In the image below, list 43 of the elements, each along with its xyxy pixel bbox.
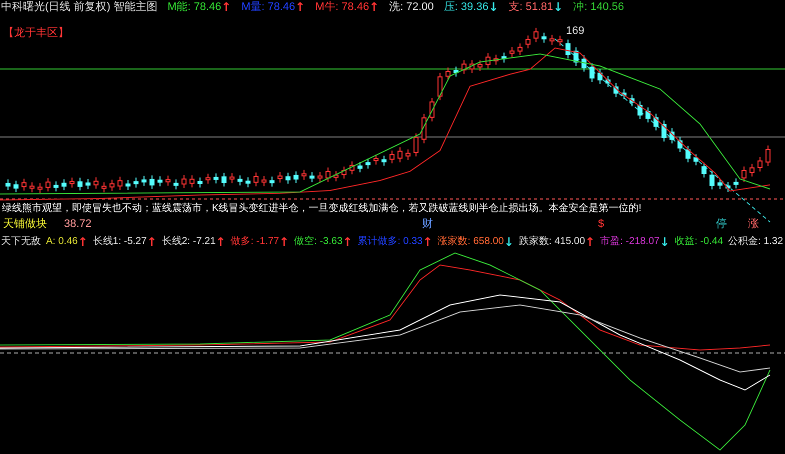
stat-value: 冲: 140.56 bbox=[573, 0, 624, 14]
stat-value: 累计做多: 0.33 bbox=[358, 234, 423, 248]
strategy-text: 绿线熊市观望，即使冒失也不动；蓝线震荡市，K线冒头变红进半仓，一旦变成红线加满仓，若又跌破蓝线则半仓止损出场。本金安全是第一位的! bbox=[2, 203, 642, 215]
trend-arrow: ↑ bbox=[295, 0, 306, 14]
trend-arrow: ↑ bbox=[369, 0, 380, 14]
signal-mark: 涨 bbox=[748, 217, 759, 231]
stat-value: M牛: 78.46 bbox=[315, 0, 370, 14]
trend-arrow: ↓ bbox=[553, 0, 564, 14]
stat-value: 市盈: -218.07 bbox=[600, 234, 660, 248]
stat-value: 公积金: 1.32 bbox=[728, 234, 784, 248]
trend-arrow: ↑ bbox=[146, 234, 157, 248]
stat-value: A: 0.46 bbox=[46, 234, 78, 248]
stat-value: 做多: -1.77 bbox=[230, 234, 280, 248]
stat-value: 长线2: -7.21 bbox=[162, 234, 216, 248]
stat-value: 做空: -3.63 bbox=[294, 234, 343, 248]
chart-title: 中科曙光(日线 前复权) 智能主图 bbox=[1, 0, 158, 14]
stat-value: M量: 78.46 bbox=[241, 0, 296, 14]
stat-value: 跌家数: 415.00 bbox=[518, 234, 586, 248]
trend-arrow: ↑ bbox=[216, 234, 226, 248]
trend-arrow: ↑ bbox=[221, 0, 232, 14]
trend-arrow: ↑ bbox=[342, 234, 353, 248]
peak-label: 169 bbox=[566, 24, 584, 38]
signal-mark: 财 bbox=[422, 217, 433, 231]
trend-arrow: ↓ bbox=[504, 234, 514, 248]
zone-label: 【龙于丰区】 bbox=[3, 26, 69, 40]
indicator-title: 天下无敌 bbox=[1, 234, 41, 248]
trend-arrow: ↑ bbox=[78, 234, 88, 248]
signal-mark: $ bbox=[598, 217, 604, 231]
trend-arrow: ↓ bbox=[660, 234, 670, 248]
stat-value: 长线1: -5.27 bbox=[92, 234, 147, 248]
stat-value: M能: 78.46 bbox=[167, 0, 222, 14]
stat-value: 压: 39.36 bbox=[444, 0, 488, 14]
trend-arrow: ↑ bbox=[422, 234, 433, 248]
stat-value: 洗: 72.00 bbox=[389, 0, 434, 14]
trend-arrow: ↑ bbox=[279, 234, 290, 248]
trend-arrow: ↓ bbox=[488, 0, 498, 14]
stat-value: 支: 51.81 bbox=[508, 0, 554, 14]
block-label: 天铺做块 bbox=[3, 217, 47, 231]
price-label: 38.72 bbox=[64, 217, 92, 231]
trend-arrow: ↑ bbox=[585, 234, 596, 248]
stat-value: 涨家数: 658.00 bbox=[438, 234, 504, 248]
signal-mark: 停 bbox=[716, 217, 727, 231]
stat-value: 收益: -0.44 bbox=[674, 234, 724, 248]
